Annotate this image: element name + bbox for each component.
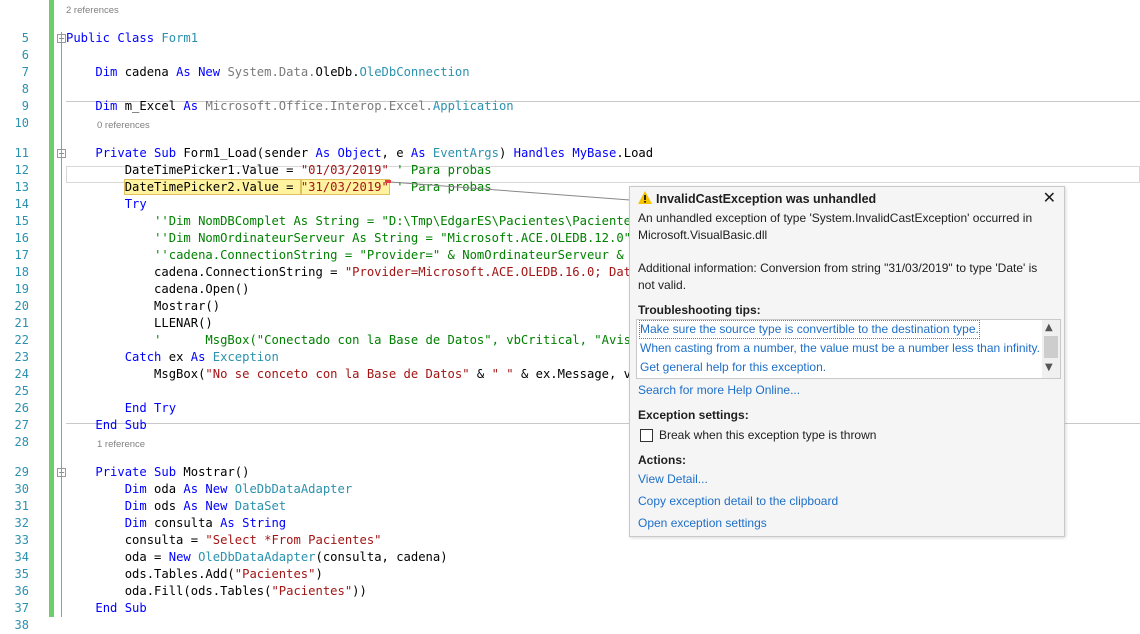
exception-helper-popup: InvalidCastException was unhandled ✕ An …	[629, 186, 1065, 537]
scrollbar-thumb[interactable]	[1044, 336, 1058, 358]
exception-title: InvalidCastException was unhandled	[656, 192, 877, 206]
troubleshooting-tips-list: Make sure the source type is convertible…	[636, 319, 1061, 379]
tip-link[interactable]: Make sure the source type is convertible…	[639, 320, 980, 339]
copy-exception-detail-link[interactable]: Copy exception detail to the clipboard	[638, 493, 1050, 510]
tips-scrollbar[interactable]: ▲ ▼	[1042, 320, 1060, 378]
tip-link[interactable]: Get general help for this exception.	[640, 359, 826, 376]
search-help-online-link[interactable]: Search for more Help Online...	[638, 382, 1050, 399]
actions-header: Actions:	[638, 453, 686, 467]
scroll-down-icon[interactable]: ▼	[1045, 362, 1053, 373]
tip-link[interactable]: When casting from a number, the value mu…	[640, 340, 1040, 357]
line-number: 38	[14, 618, 29, 632]
additional-information: Additional information: Conversion from …	[638, 261, 1038, 292]
troubleshooting-header: Troubleshooting tips:	[638, 303, 761, 317]
exception-message: An unhandled exception of type 'System.I…	[638, 211, 1033, 242]
view-detail-link[interactable]: View Detail...	[638, 471, 1050, 488]
open-exception-settings-link[interactable]: Open exception settings	[638, 515, 1050, 532]
exception-settings-header: Exception settings:	[638, 408, 749, 422]
warning-icon	[638, 191, 652, 204]
break-when-thrown-checkbox[interactable]	[640, 429, 653, 442]
break-when-thrown-label[interactable]: Break when this exception type is thrown	[659, 427, 1050, 444]
close-icon[interactable]: ✕	[1043, 188, 1056, 207]
scroll-up-icon[interactable]: ▲	[1045, 322, 1053, 333]
